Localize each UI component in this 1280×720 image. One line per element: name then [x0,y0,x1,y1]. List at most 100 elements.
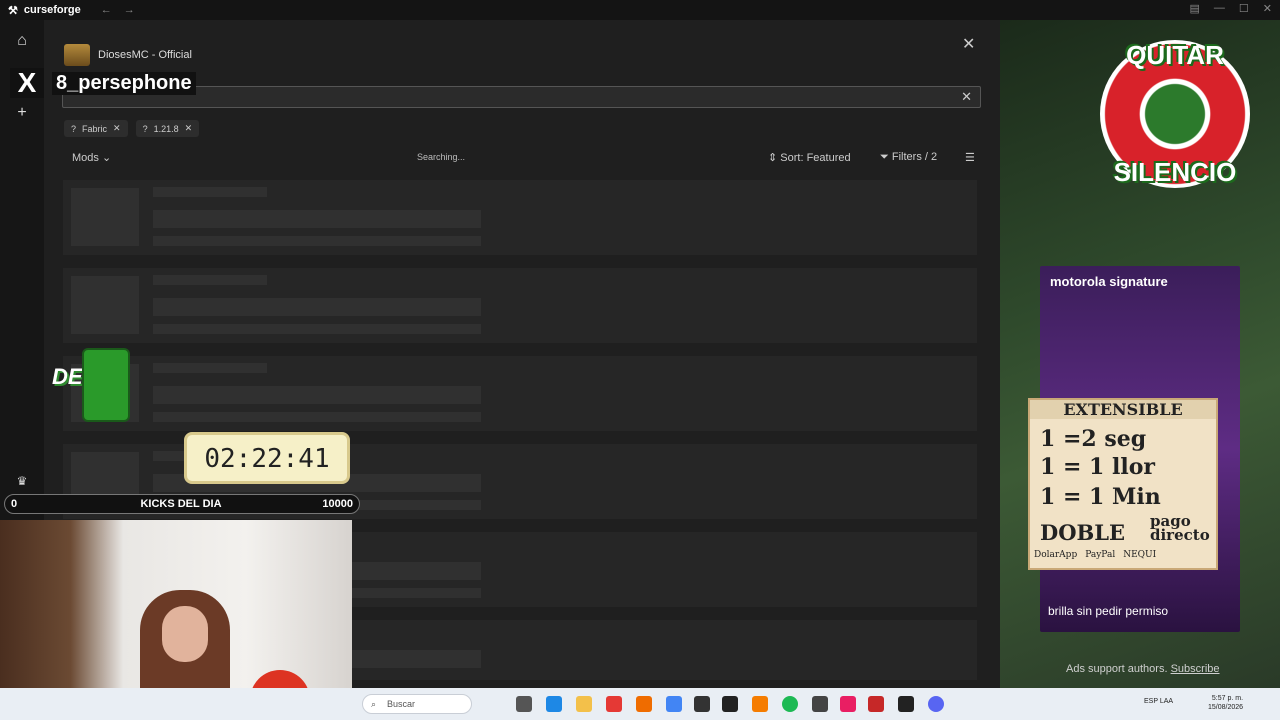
maximize-icon[interactable]: ☐ [1239,2,1249,15]
chevron-down-icon: ⌄ [101,152,112,164]
category-label: Mods [72,152,99,164]
curseforge-taskbar-icon[interactable] [898,696,914,712]
remove-chip-icon[interactable]: ✕ [113,123,121,134]
forward-arrow-icon[interactable]: → [124,4,135,16]
spotify-icon[interactable] [782,696,798,712]
app-icon[interactable] [694,696,710,712]
placeholder-line [153,386,481,404]
search-bar: ✕ [62,86,981,108]
extensible-line: 1 = 1 Min [1040,484,1161,510]
kicks-title: KICKS DEL DIA [140,498,222,510]
sort-icon: ⇕ [768,152,778,164]
remove-chip-icon[interactable]: ✕ [185,123,193,134]
app-name: curseforge [23,4,81,16]
placeholder-line [153,324,481,334]
mute-badge: QUITAR SILENCIO [1100,40,1250,188]
doble-text: DOBLE [1040,520,1126,545]
clock-time: 5:57 p. m. [1211,695,1244,702]
language-indicator[interactable]: ESP LAA [1144,698,1173,706]
placeholder-thumbnail [71,276,139,334]
app-icon[interactable] [752,696,768,712]
epic-games-icon[interactable] [722,696,738,712]
window-close-icon[interactable]: ✕ [1263,2,1272,15]
title-bar: ⚒ curseforge ← → ▤ — ☐ ✕ [0,0,1280,20]
taskbar-search[interactable]: ⌕ Buscar [362,694,472,714]
help-icon: ? [71,123,77,134]
list-view-icon[interactable]: ☰ [965,151,975,164]
filter-chips: ? Fabric ✕ ? 1.21.8 ✕ [64,120,200,137]
file-explorer-icon[interactable] [576,696,592,712]
back-arrow-icon[interactable]: ← [101,4,112,16]
social-handle: X 8_persephone [10,68,196,98]
edge-icon[interactable] [546,696,562,712]
curseforge-logo-icon: ⚒ [8,4,18,17]
tiktok-icon[interactable] [840,696,856,712]
filters-button[interactable]: ⏷ Filters / 2 [880,151,937,164]
payment-method: NEQUI [1123,550,1157,560]
placeholder-line [153,412,481,422]
app-brand: ⚒ curseforge [0,4,81,17]
chrome-icon[interactable] [666,696,682,712]
result-placeholder-row [63,180,977,255]
ads-support: Ads support authors. Subscribe [1066,663,1220,675]
badge-top-text: QUITAR [1126,40,1224,70]
uno-card-icon [82,348,130,422]
extensible-line: 1 = 1 llor [1040,454,1156,480]
placeholder-thumbnail [71,188,139,246]
filters-label: Filters / 2 [891,151,938,163]
streamer-face [162,606,208,662]
subscribe-link[interactable]: Subscribe [1171,663,1220,675]
minimize-icon[interactable]: — [1214,2,1225,15]
filter-chip[interactable]: ? 1.21.8 ✕ [135,120,200,137]
home-icon[interactable]: ⌂ [12,32,32,52]
sort-label: Sort: Featured [780,152,851,164]
extensible-panel: EXTENSIBLE 1 =2 seg 1 = 1 llor 1 = 1 Min… [1028,398,1218,570]
x-logo-icon: X [10,68,44,98]
window-controls: ▤ — ☐ ✕ [1190,2,1273,15]
clock-date: 15/08/2026 [1208,704,1244,711]
add-icon[interactable]: + [12,104,32,124]
opera-icon[interactable] [606,696,622,712]
kicks-max: 10000 [322,498,353,510]
filter-chip[interactable]: ? Fabric ✕ [64,120,128,137]
payment-method: DolarApp [1034,550,1078,560]
close-icon[interactable]: ✕ [962,34,975,54]
taskbar-search-text: Buscar [387,699,416,709]
clear-search-icon[interactable]: ✕ [961,89,972,105]
filter-icon: ⏷ [880,151,889,163]
help-icon: ? [142,123,148,134]
crown-icon[interactable]: ♛ [12,474,32,494]
countdown-timer: 02:22:41 [184,432,350,484]
kicks-progress-bar: 0 KICKS DEL DIA 10000 [4,494,360,514]
placeholder-line [153,236,481,246]
search-input[interactable] [63,87,980,107]
chip-label: Fabric [82,123,108,134]
taskbar: ⌕ Buscar ESP LAA 5:57 p. m. 15/08/2026 [0,688,1280,720]
nav-arrows: ← → [101,4,135,16]
result-placeholder-row [63,268,977,343]
app-icon[interactable] [812,696,828,712]
modpack-name: DiosesMC - Official [98,49,192,61]
placeholder-line [153,187,267,197]
discord-icon[interactable] [928,696,944,712]
pago-text: pago directo [1150,512,1210,544]
sort-dropdown[interactable]: ⇕ Sort: Featured [768,151,851,164]
category-dropdown[interactable]: Mods ⌄ [72,151,111,164]
modpack-header: DiosesMC - Official [64,44,192,66]
placeholder-line [153,298,481,316]
extensible-title: EXTENSIBLE [1030,400,1216,419]
result-placeholder-row [63,356,977,431]
extensible-line: 1 =2 seg [1040,426,1147,452]
payment-methods: DolarApp PayPal NEQUI [1034,550,1156,560]
brave-icon[interactable] [636,696,652,712]
chip-label: 1.21.8 [153,123,179,134]
payment-method: PayPal [1085,550,1116,560]
ads-support-text: Ads support authors. [1066,663,1168,675]
clock[interactable]: 5:57 p. m. 15/08/2026 [1208,694,1243,712]
task-view-icon[interactable] [516,696,532,712]
panel-icon[interactable]: ▤ [1190,2,1200,15]
app-icon[interactable] [868,696,884,712]
modpack-logo [64,44,90,66]
de-text: DE [52,364,83,389]
search-status: Searching... [417,152,466,162]
